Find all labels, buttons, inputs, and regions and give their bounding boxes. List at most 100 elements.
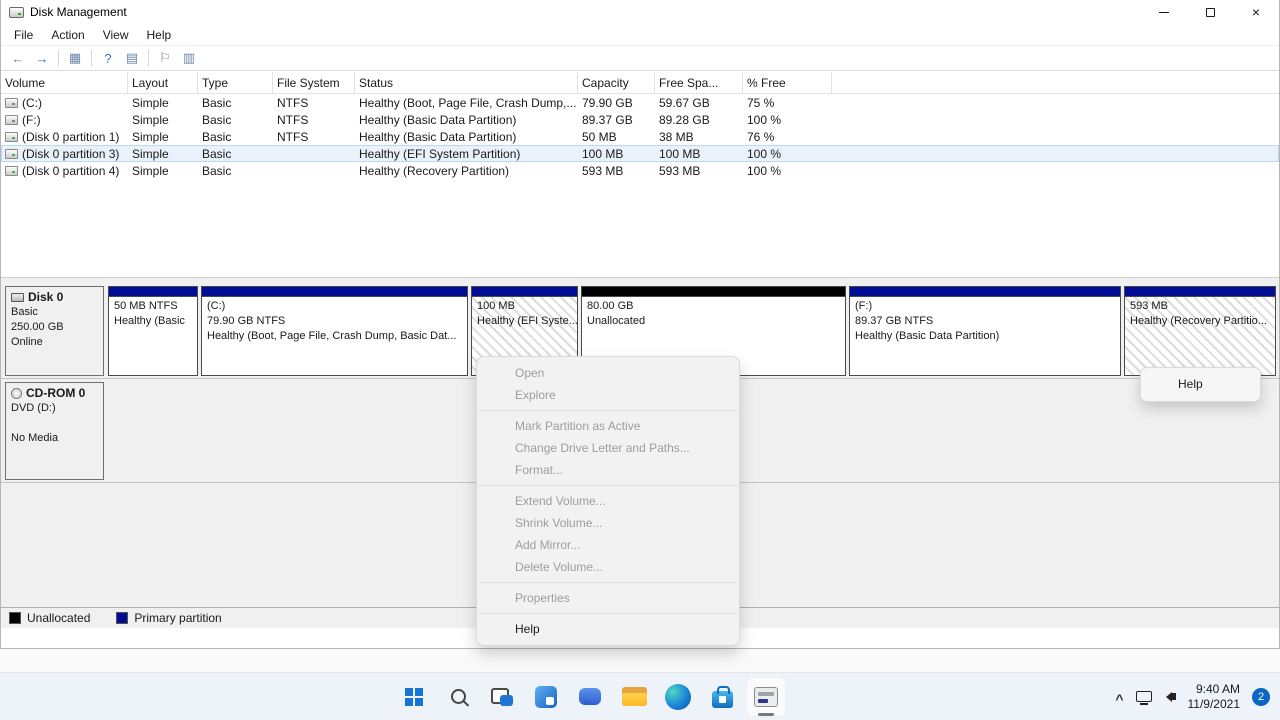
partition-f[interactable]: (F:)89.37 GB NTFSHealthy (Basic Data Par… [849,286,1121,376]
legend-primary-partition: Primary partition [116,611,221,625]
widgets-button[interactable] [526,677,566,717]
cell-capacity: 593 MB [578,164,655,178]
cell-layout: Simple [128,113,198,127]
menu-item-format: Format... [477,459,739,481]
cell-type: Basic [198,96,273,110]
views-icon[interactable]: ▥ [177,48,201,69]
column-free-space[interactable]: Free Spa... [655,72,743,93]
column-type[interactable]: Type [198,72,273,93]
menu-action[interactable]: Action [42,26,93,44]
cell-free-space: 59.67 GB [655,96,743,110]
minimize-button[interactable] [1141,0,1187,24]
help-popup[interactable]: Help [1140,367,1261,402]
cell-status: Healthy (Basic Data Partition) [355,130,578,144]
hard-disk-icon [11,293,24,302]
network-icon[interactable] [1136,691,1152,702]
volume-icon[interactable] [1164,692,1176,702]
cell-status: Healthy (Boot, Page File, Crash Dump,... [355,96,578,110]
cell-free-space: 100 MB [655,147,743,161]
column-capacity[interactable]: Capacity [578,72,655,93]
volume-icon [5,149,18,159]
partition-status: Healthy (Recovery Partitio... [1130,314,1270,329]
close-icon: × [1252,5,1260,19]
notification-badge[interactable]: 2 [1252,688,1270,706]
menu-item-properties: Properties [477,587,739,609]
column-layout[interactable]: Layout [128,72,198,93]
edge-button[interactable] [658,677,698,717]
partition-recovery[interactable]: 593 MBHealthy (Recovery Partitio... [1124,286,1276,376]
maximize-button[interactable] [1187,0,1233,24]
console-tree-icon[interactable]: ▦ [63,48,87,69]
close-button[interactable]: × [1233,0,1279,24]
table-row-selected[interactable]: (Disk 0 partition 3) Simple Basic Health… [1,145,1279,162]
properties-icon[interactable]: ▤ [120,48,144,69]
cdrom-kind: DVD (D:) [11,401,98,416]
search-icon [451,689,466,704]
menu-item-mark-partition-active: Mark Partition as Active [477,415,739,437]
start-button[interactable] [394,677,434,717]
menu-item-explore: Explore [477,384,739,406]
partition-title: (F:) [855,299,1115,314]
volume-icon [5,115,18,125]
column-volume[interactable]: Volume [1,72,128,93]
cell-pct-free: 100 % [743,147,832,161]
table-row[interactable]: (Disk 0 partition 4) Simple Basic Health… [1,162,1279,179]
cell-volume: (Disk 0 partition 1) [22,130,119,144]
column-filesystem[interactable]: File System [273,72,355,93]
task-view-button[interactable] [482,677,522,717]
cdrom-label[interactable]: CD-ROM 0 DVD (D:) No Media [5,382,104,480]
disk-management-taskbar-button[interactable] [746,677,786,717]
disk0-label[interactable]: Disk 0 Basic 250.00 GB Online [5,286,104,376]
table-row[interactable]: (C:) Simple Basic NTFS Healthy (Boot, Pa… [1,94,1279,111]
titlebar: Disk Management × [1,0,1279,24]
cell-status: Healthy (Basic Data Partition) [355,113,578,127]
cell-layout: Simple [128,164,198,178]
menu-item-help[interactable]: Help [477,618,739,640]
unallocated-swatch [9,612,21,624]
toolbar-separator [91,50,92,66]
windows-logo-icon [405,688,423,706]
partition-c[interactable]: (C:)79.90 GB NTFSHealthy (Boot, Page Fil… [201,286,468,376]
column-status[interactable]: Status [355,72,578,93]
toolbar-separator [148,50,149,66]
cell-capacity: 79.90 GB [578,96,655,110]
menu-item-delete-volume: Delete Volume... [477,556,739,578]
disk0-kind: Basic [11,305,98,320]
disk0-status: Online [11,335,98,350]
menu-help[interactable]: Help [138,26,181,44]
partition-color-bar [109,287,197,297]
menu-file[interactable]: File [5,26,42,44]
search-button[interactable] [438,677,478,717]
file-explorer-button[interactable] [614,677,654,717]
chat-button[interactable] [570,677,610,717]
table-row[interactable]: (Disk 0 partition 1) Simple Basic NTFS H… [1,128,1279,145]
partition-status: Healthy (Basic [114,314,192,329]
partition-system-reserved[interactable]: 50 MB NTFSHealthy (Basic [108,286,198,376]
column-pct-free[interactable]: % Free [743,72,832,93]
widgets-icon [535,686,557,708]
store-button[interactable] [702,677,742,717]
clock[interactable]: 9:40 AM 11/9/2021 [1188,682,1241,712]
minimize-icon [1159,12,1169,13]
tray-chevron-icon[interactable]: ^ [1115,691,1123,707]
partition-color-bar [582,287,845,297]
menu-item-change-drive-letter: Change Drive Letter and Paths... [477,437,739,459]
cell-layout: Simple [128,96,198,110]
help-icon[interactable]: ? [96,48,120,69]
menu-separator [479,410,737,411]
chat-icon [579,688,601,705]
action-pane-icon[interactable]: ⚐ [153,48,177,69]
cell-volume: (F:) [22,113,41,127]
back-icon[interactable]: ← [6,48,30,69]
tray-time: 9:40 AM [1196,682,1240,697]
cell-pct-free: 75 % [743,96,832,110]
desktop [0,649,1280,672]
menu-view[interactable]: View [94,26,138,44]
table-row[interactable]: (F:) Simple Basic NTFS Healthy (Basic Da… [1,111,1279,128]
partition-status: Unallocated [587,314,840,329]
partition-size: 89.37 GB NTFS [855,314,1115,329]
legend-primary-label: Primary partition [134,611,221,625]
window-controls: × [1141,0,1279,24]
cell-filesystem: NTFS [273,130,355,144]
forward-icon[interactable]: → [30,48,54,69]
